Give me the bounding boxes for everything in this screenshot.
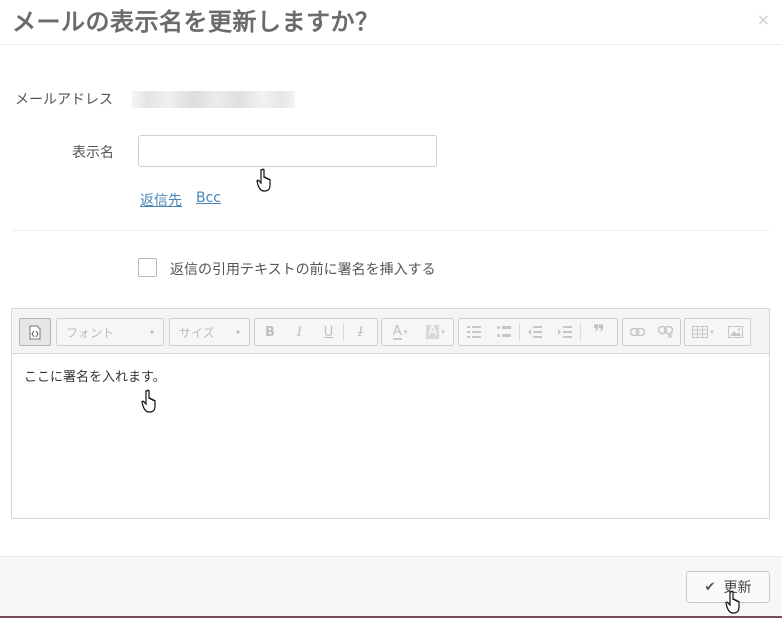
divider: [12, 230, 770, 231]
text-color-icon: A: [392, 323, 402, 340]
editor-toolbar: フォント ▾ サイズ ▾ B I U I A ▾ A ▾ ❞ ▾: [12, 309, 769, 354]
bcc-link[interactable]: Bcc: [196, 190, 221, 206]
signature-editor: フォント ▾ サイズ ▾ B I U I A ▾ A ▾ ❞ ▾ ここに署名を入…: [11, 308, 770, 519]
paragraph-group: ❞: [458, 318, 618, 346]
hand-cursor-icon: [725, 590, 740, 614]
text-color-button[interactable]: A ▾: [382, 319, 418, 345]
underline-button[interactable]: U: [314, 319, 343, 345]
table-icon: [692, 326, 709, 338]
insert-signature-label: 返信の引用テキストの前に署名を挿入する: [170, 262, 436, 278]
link-button[interactable]: [623, 319, 652, 345]
signature-editor-body[interactable]: ここに署名を入れます。: [24, 366, 166, 385]
color-group: A ▾ A ▾: [381, 318, 454, 346]
italic-button[interactable]: I: [285, 319, 314, 345]
hand-cursor-icon: [141, 389, 156, 413]
background-color-button[interactable]: A ▾: [418, 319, 453, 345]
blockquote-button[interactable]: ❞: [581, 319, 617, 345]
indent-button[interactable]: [550, 319, 580, 345]
bold-button[interactable]: B: [255, 319, 285, 345]
image-button[interactable]: [721, 319, 750, 345]
outdent-button[interactable]: [520, 319, 550, 345]
numbered-list-icon: [467, 326, 481, 338]
source-code-button[interactable]: [19, 318, 51, 346]
insert-signature-checkbox[interactable]: [138, 258, 157, 277]
font-size-select[interactable]: サイズ ▾: [169, 318, 250, 346]
unlink-button[interactable]: [652, 319, 681, 345]
size-combo-label: サイズ: [179, 325, 215, 340]
background-color-icon: A: [426, 324, 440, 339]
email-address-redacted: [132, 91, 295, 108]
insert-group: ▾: [684, 318, 751, 346]
numbered-list-button[interactable]: [459, 319, 489, 345]
dialog-header: メールの表示名を更新しますか？ ×: [0, 0, 782, 45]
bulleted-list-button[interactable]: [489, 319, 519, 345]
outdent-icon: [528, 326, 542, 338]
email-label: メールアドレス: [15, 92, 113, 108]
unlink-icon: [658, 326, 674, 338]
display-name-label: 表示名: [72, 145, 114, 161]
font-combo-label: フォント: [66, 325, 115, 340]
dialog-footer: [0, 556, 782, 618]
remove-format-button[interactable]: I: [344, 319, 377, 345]
link-group: [622, 318, 681, 346]
hand-cursor-icon: [256, 168, 271, 192]
source-icon: [29, 325, 41, 339]
check-icon: ✔: [704, 579, 716, 595]
font-family-select[interactable]: フォント ▾: [56, 318, 164, 346]
link-icon: [629, 328, 645, 336]
close-icon[interactable]: ×: [757, 10, 770, 29]
text-style-group: B I U I: [254, 318, 378, 346]
display-name-input[interactable]: [138, 135, 437, 167]
indent-icon: [558, 326, 572, 338]
chevron-down-icon: ▾: [235, 327, 240, 337]
reply-to-link[interactable]: 返信先: [140, 190, 182, 210]
dialog-title: メールの表示名を更新しますか？: [12, 8, 380, 36]
chevron-down-icon: ▾: [149, 327, 154, 337]
bulleted-list-icon: [497, 326, 511, 337]
image-icon: [728, 326, 743, 338]
table-button[interactable]: ▾: [685, 319, 721, 345]
